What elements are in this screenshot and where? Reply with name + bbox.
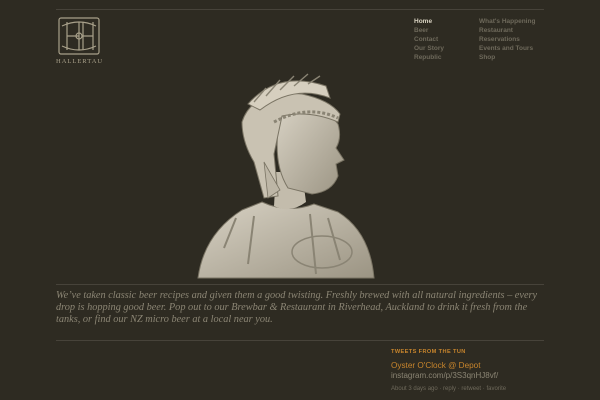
hallertau-monogram-icon bbox=[58, 17, 100, 55]
tweet-meta: About 3 days ago · reply · retweet · fav… bbox=[391, 386, 551, 392]
tweets-heading: TWEETS FROM THE TUN bbox=[391, 349, 466, 355]
site-logo[interactable]: HALLERTAU bbox=[56, 16, 102, 65]
tweets-section: TWEETS FROM THE TUN Oyster O'Clock @ Dep… bbox=[391, 349, 551, 392]
tweet-retweet-link[interactable]: retweet bbox=[461, 386, 481, 392]
intro-paragraph: We’ve taken classic beer recipes and giv… bbox=[56, 290, 538, 325]
tweet-text[interactable]: Oyster O'Clock @ Depot bbox=[391, 361, 551, 371]
logo-wordmark: HALLERTAU bbox=[56, 58, 104, 65]
centurion-bust-image bbox=[197, 73, 375, 279]
footer-divider bbox=[56, 340, 544, 341]
nav-item-beer[interactable]: Beer bbox=[414, 26, 444, 35]
nav-item-home[interactable]: Home bbox=[414, 17, 444, 26]
tweet-separator: · bbox=[439, 386, 442, 392]
nav-item-restaurant[interactable]: Restaurant bbox=[479, 26, 535, 35]
hero-divider bbox=[56, 284, 544, 285]
nav-item-republic[interactable]: Republic bbox=[414, 53, 444, 62]
nav-column-1: Home Beer Contact Our Story Republic bbox=[414, 17, 444, 62]
nav-column-2: What's Happening Restaurant Reservations… bbox=[479, 17, 535, 62]
nav-item-whats-happening[interactable]: What's Happening bbox=[479, 17, 535, 26]
tweet-time[interactable]: About 3 days ago bbox=[391, 386, 438, 392]
nav-item-shop[interactable]: Shop bbox=[479, 53, 535, 62]
nav-item-events-and-tours[interactable]: Events and Tours bbox=[479, 44, 535, 53]
nav-item-contact[interactable]: Contact bbox=[414, 35, 444, 44]
tweet-reply-link[interactable]: reply bbox=[443, 386, 456, 392]
nav-item-our-story[interactable]: Our Story bbox=[414, 44, 444, 53]
tweet-favorite-link[interactable]: favorite bbox=[486, 386, 506, 392]
top-divider bbox=[56, 9, 544, 10]
tweet-link[interactable]: instagram.com/p/3S3qnHJ8vf/ bbox=[391, 371, 551, 381]
nav-item-reservations[interactable]: Reservations bbox=[479, 35, 535, 44]
tweet-separator: · bbox=[482, 386, 485, 392]
tweet-separator: · bbox=[457, 386, 460, 392]
